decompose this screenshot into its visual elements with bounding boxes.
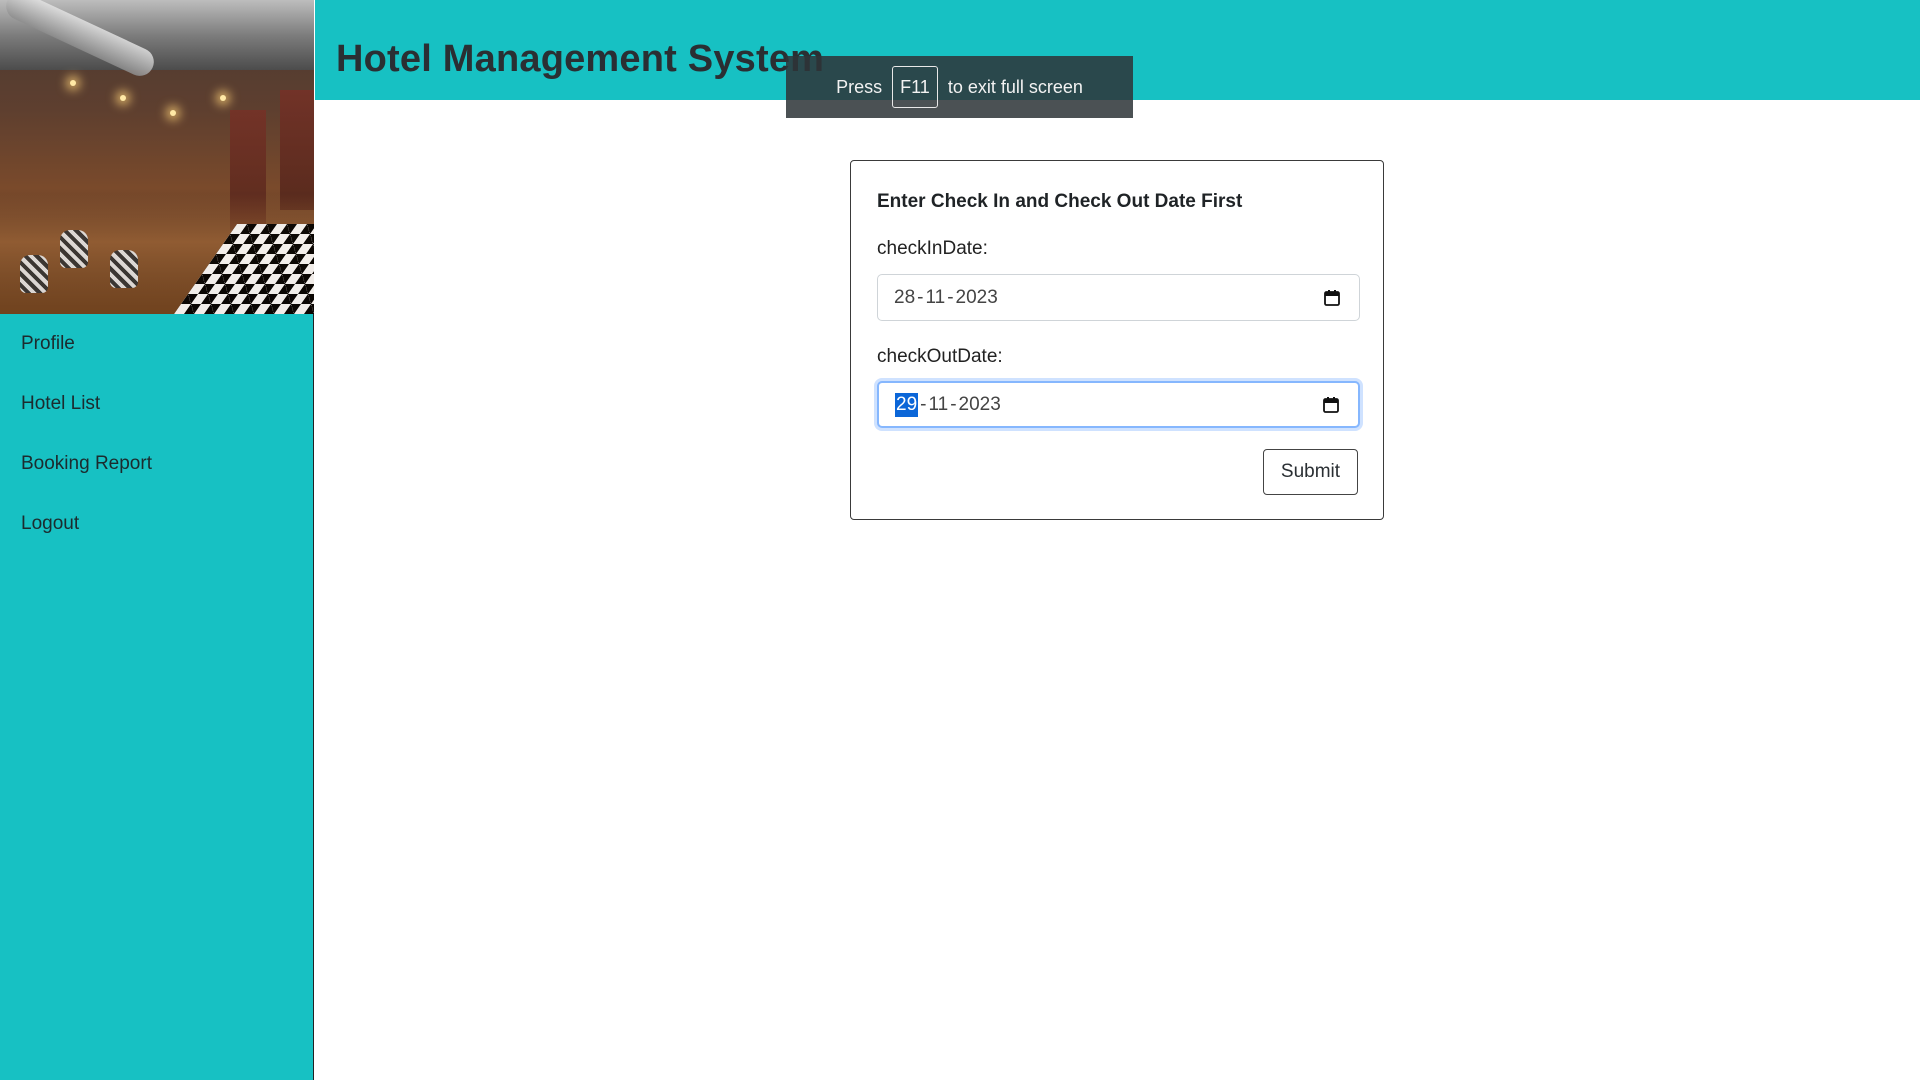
hotel-interior-image [0,0,314,314]
check-in-day[interactable]: 28 [894,287,915,309]
toast-prefix: Press [836,76,883,97]
sidebar-item-hotel-list[interactable]: Hotel List [0,374,313,434]
submit-button[interactable]: Submit [1263,449,1358,495]
calendar-icon[interactable] [1322,396,1340,414]
calendar-icon[interactable] [1323,289,1341,307]
sidebar-item-booking-report[interactable]: Booking Report [0,434,313,494]
check-in-date-input[interactable]: 28 - 11 - 2023 [877,274,1360,321]
check-out-day[interactable]: 29 [895,392,919,417]
page-title: Hotel Management System [336,38,825,80]
check-out-year[interactable]: 2023 [959,394,1001,416]
sidebar-item-profile[interactable]: Profile [0,314,313,374]
check-in-month[interactable]: 11 [925,287,945,309]
check-in-year[interactable]: 2023 [956,287,998,309]
form-title: Enter Check In and Check Out Date First [877,191,1243,212]
date-form-card: Enter Check In and Check Out Date First … [850,160,1384,520]
check-out-label: checkOutDate: [877,346,1003,367]
fullscreen-toast: Press F11 to exit full screen [786,56,1133,118]
check-out-month[interactable]: 11 [928,394,948,416]
sidebar: Profile Hotel List Booking Report Logout [0,0,314,1080]
check-in-label: checkInDate: [877,238,988,259]
f11-key: F11 [892,66,938,108]
toast-suffix: to exit full screen [947,76,1083,97]
check-out-date-input[interactable]: 29 - 11 - 2023 [877,381,1360,428]
sidebar-nav: Profile Hotel List Booking Report Logout [0,314,313,554]
sidebar-item-logout[interactable]: Logout [0,494,313,554]
